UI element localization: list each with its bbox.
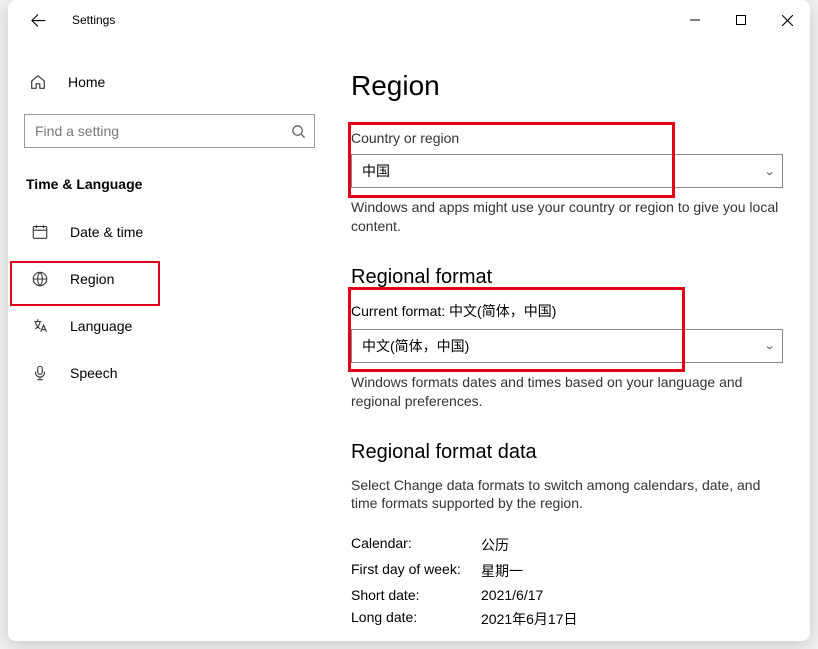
sidebar-item-region[interactable]: Region — [24, 255, 315, 302]
regional-format-value: 中文(简体，中国) — [362, 336, 469, 356]
page-title: Region — [351, 70, 810, 102]
microphone-icon — [30, 364, 50, 382]
format-data-val: 2021/6/17 — [481, 587, 810, 603]
format-data-key: Long date: — [351, 609, 481, 629]
search-icon — [291, 124, 306, 139]
regional-format-select[interactable]: 中文(简体，中国) ⌄ — [351, 329, 783, 363]
format-data-val: 2021年6月17日 — [481, 609, 810, 629]
format-data-val: 公历 — [481, 535, 810, 555]
format-data-key: First day of week: — [351, 561, 481, 581]
chevron-down-icon: ⌄ — [763, 339, 775, 352]
maximize-icon — [736, 15, 746, 25]
sidebar-home[interactable]: Home — [24, 62, 315, 102]
home-icon — [28, 73, 48, 91]
sidebar-item-label: Date & time — [70, 224, 143, 240]
sidebar-item-date-time[interactable]: Date & time — [24, 208, 315, 255]
maximize-button[interactable] — [718, 4, 764, 36]
content-area: Home Time & Language Date & time — [8, 40, 810, 641]
sidebar: Home Time & Language Date & time — [8, 40, 331, 641]
country-region-help: Windows and apps might use your country … — [351, 198, 783, 236]
format-data-grid: Calendar: 公历 First day of week: 星期一 Shor… — [351, 535, 810, 629]
search-input[interactable] — [35, 123, 291, 139]
minimize-icon — [690, 15, 700, 25]
back-button[interactable] — [20, 2, 56, 38]
regional-format-help: Windows formats dates and times based on… — [351, 373, 783, 411]
current-format-line: Current format: 中文(简体，中国) — [351, 301, 810, 321]
regional-format-heading: Regional format — [351, 266, 810, 289]
globe-icon — [30, 270, 50, 288]
settings-window: Settings Home — [8, 0, 810, 641]
sidebar-home-label: Home — [68, 74, 105, 90]
titlebar: Settings — [8, 0, 810, 40]
sidebar-item-speech[interactable]: Speech — [24, 349, 315, 396]
app-title: Settings — [72, 13, 115, 27]
arrow-left-icon — [31, 13, 46, 28]
format-data-key: Calendar: — [351, 535, 481, 555]
language-icon — [30, 317, 50, 335]
minimize-button[interactable] — [672, 4, 718, 36]
country-region-label: Country or region — [351, 130, 810, 146]
current-format-label: Current format: — [351, 303, 445, 319]
format-data-help: Select Change data formats to switch amo… — [351, 476, 783, 514]
close-button[interactable] — [764, 4, 810, 36]
close-icon — [782, 15, 793, 26]
format-data-heading: Regional format data — [351, 441, 810, 464]
sidebar-group-header: Time & Language — [26, 176, 315, 192]
current-format-value: 中文(简体，中国) — [449, 303, 556, 319]
format-data-key: Short date: — [351, 587, 481, 603]
country-region-select[interactable]: 中国 ⌄ — [351, 154, 783, 188]
sidebar-item-label: Region — [70, 271, 114, 287]
sidebar-item-label: Language — [70, 318, 132, 334]
search-box[interactable] — [24, 114, 315, 148]
main-panel: Region Country or region 中国 ⌄ Windows an… — [331, 40, 810, 641]
calendar-clock-icon — [30, 223, 50, 241]
search-wrap — [24, 114, 315, 148]
nav-list: Date & time Region Language — [24, 208, 315, 396]
sidebar-item-label: Speech — [70, 365, 117, 381]
sidebar-item-language[interactable]: Language — [24, 302, 315, 349]
country-region-value: 中国 — [362, 161, 390, 181]
chevron-down-icon: ⌄ — [763, 165, 775, 178]
format-data-val: 星期一 — [481, 561, 810, 581]
